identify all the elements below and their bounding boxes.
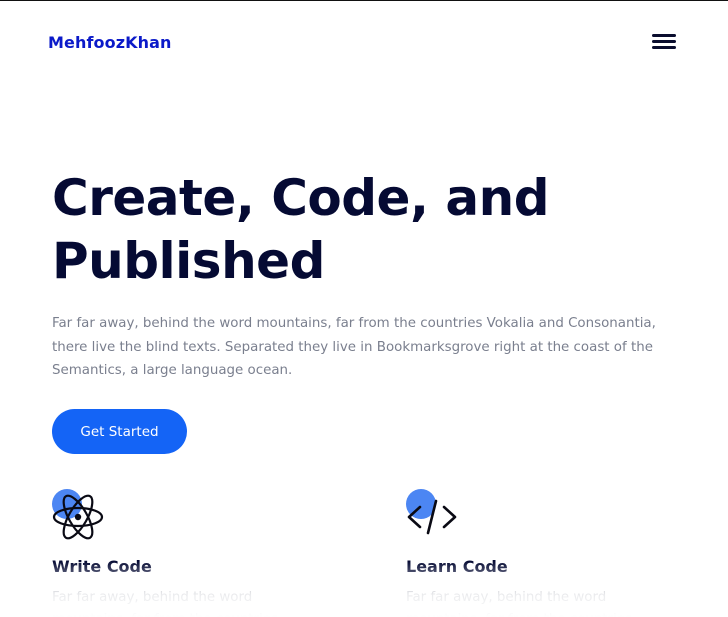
hero-title: Create, Code, and Published xyxy=(52,169,550,290)
menu-line xyxy=(652,40,676,43)
feature-write-code: Write Code Far far away, behind the word… xyxy=(52,489,352,617)
feature-title: Learn Code xyxy=(406,557,508,576)
brand-logo[interactable]: MehfoozKhan xyxy=(48,33,172,52)
page: MehfoozKhan Create, Code, and Published … xyxy=(0,0,728,617)
feature-title: Write Code xyxy=(52,557,152,576)
code-brackets-icon-glyph xyxy=(407,499,457,535)
hero-description: Far far away, behind the word mountains,… xyxy=(52,316,656,378)
code-brackets-icon xyxy=(406,489,458,541)
get-started-button[interactable]: Get Started xyxy=(52,409,187,454)
feature-learn-code: Learn Code Far far away, behind the word… xyxy=(406,489,706,617)
feature-text: Far far away, behind the word mountains,… xyxy=(406,590,632,617)
atom-icon xyxy=(52,489,104,541)
hamburger-menu-icon[interactable] xyxy=(650,31,680,53)
menu-line xyxy=(652,34,676,37)
menu-line xyxy=(652,46,676,49)
feature-text: Far far away, behind the word mountains,… xyxy=(52,590,278,617)
atom-icon-glyph xyxy=(52,494,104,540)
